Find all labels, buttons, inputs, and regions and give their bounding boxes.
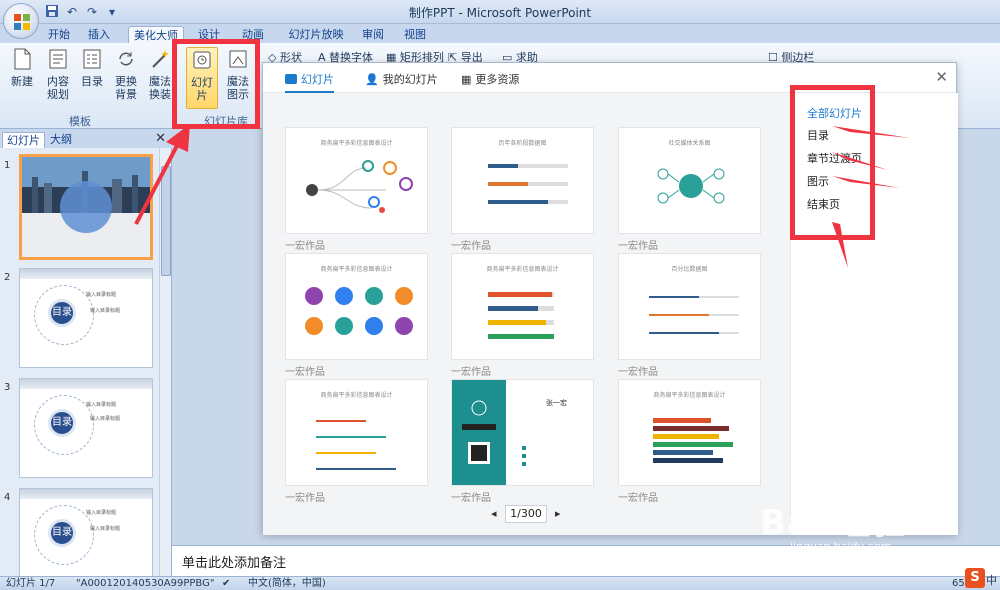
watermark-url: jingyan.baidu.com [790, 540, 892, 553]
notes-placeholder: 单击此处添加备注 [182, 556, 287, 571]
refresh-icon [119, 52, 133, 66]
card-preview [488, 164, 568, 204]
slide-thumbnail-4[interactable]: 目录 输入目录标题 输入目录标题 [19, 488, 153, 588]
card-preview [488, 292, 554, 339]
theme-name: "A000120140530A99PPBG" [76, 578, 215, 589]
office-logo-icon [14, 14, 30, 30]
zoom-level[interactable]: 65 [952, 577, 965, 590]
template-card[interactable]: 商务扁平多彩信息图表设计 [285, 379, 428, 486]
template-card[interactable]: 社交媒体关系图 [618, 127, 761, 234]
slide-tab-icon [285, 74, 297, 84]
tab-slides-library[interactable]: 幻灯片 [285, 71, 334, 93]
tab-outline[interactable]: 大纲 [46, 132, 76, 148]
template-card[interactable]: 历年各阶段数据图 [451, 127, 594, 234]
card-name-text: 张一宏 [546, 399, 567, 407]
group-label-template: 模板 [69, 115, 91, 128]
next-page-icon[interactable]: ▸ [555, 507, 561, 520]
toc-icon [83, 49, 101, 69]
template-card[interactable]: 商务扁平多彩信息图表设计 [451, 253, 594, 360]
content-plan-icon [49, 49, 67, 69]
slide-number: 1 [4, 160, 11, 171]
baidu-watermark: Bai 经验 [760, 503, 907, 543]
slide-counter: 幻灯片 1/7 [6, 578, 56, 589]
slide-number: 4 [4, 492, 11, 503]
title-bar: ↶ ↷ ▾ 制作PPT - Microsoft PowerPoint [0, 0, 1000, 24]
status-bar: 幻灯片 1/7 "A000120140530A99PPBG" ✔ 中文(简体，中… [0, 576, 1000, 590]
grid-icon: ▦ [461, 73, 472, 86]
template-card[interactable]: 商务扁平多彩信息图表设计 [285, 253, 428, 360]
window-title: 制作PPT - Microsoft PowerPoint [408, 6, 592, 20]
change-background-button[interactable]: 更换 背景 [110, 47, 142, 101]
tab-insert[interactable]: 插入 [82, 26, 116, 44]
card-preview [657, 168, 725, 204]
card-preview [649, 296, 739, 334]
toc-circle: 目录 [48, 409, 76, 437]
language-status[interactable]: 中文(简体，中国) [248, 577, 326, 590]
card-preview [653, 418, 733, 463]
slide-number: 2 [4, 272, 11, 283]
tab-home[interactable]: 开始 [42, 26, 76, 44]
office-button[interactable] [3, 3, 39, 39]
new-button[interactable]: 新建 [6, 47, 38, 88]
toc-circle: 目录 [48, 299, 76, 327]
tab-review[interactable]: 审阅 [356, 26, 390, 44]
sogou-ime-icon[interactable]: S [965, 568, 985, 588]
user-icon: 👤 [365, 73, 379, 86]
annotation-box-ribbon [172, 39, 260, 129]
template-grid: 商务扁平多彩信息图表设计 历年各阶段数据图 社交媒体关系图 [263, 93, 790, 535]
dialog-close-icon[interactable]: ✕ [935, 68, 948, 86]
prev-page-icon[interactable]: ◂ [491, 507, 497, 520]
tab-slideshow[interactable]: 幻灯片放映 [282, 26, 350, 44]
toc-button[interactable]: 目录 [76, 47, 108, 88]
toc-circle: 目录 [48, 519, 76, 547]
template-card[interactable]: 商务扁平多彩信息图表设计 [618, 379, 761, 486]
magic-wand-icon [152, 50, 169, 68]
template-card[interactable]: 百分比数据图 [618, 253, 761, 360]
tab-my-slides[interactable]: 👤 我的幻灯片 [365, 71, 438, 93]
page-indicator[interactable]: 1/300 [505, 505, 547, 523]
ribbon-tabs: 开始 插入 美化大师 设计 动画 幻灯片放映 审阅 视图 [0, 24, 1000, 44]
template-card[interactable]: 商务扁平多彩信息图表设计 [285, 127, 428, 234]
tab-more-resources[interactable]: ▦ 更多资源 [461, 71, 519, 93]
arrow-annotation [832, 126, 910, 268]
slide-thumbnail-3[interactable]: 目录 输入目录标题 输入目录标题 [19, 378, 153, 478]
slide-thumbnail-2[interactable]: 目录 输入目录标题 输入目录标题 [19, 268, 153, 368]
card-preview [306, 160, 413, 213]
card-preview [305, 287, 413, 335]
new-doc-icon [14, 48, 31, 70]
slide-number: 3 [4, 382, 11, 393]
template-card[interactable]: 张一宏 [451, 379, 594, 486]
card-preview [316, 420, 396, 470]
tab-view[interactable]: 视图 [398, 26, 432, 44]
spellcheck-icon[interactable]: ✔ [222, 577, 230, 590]
tab-slides[interactable]: 幻灯片 [2, 132, 45, 148]
arrow-annotation [134, 124, 190, 225]
content-plan-button[interactable]: 内容 规划 [42, 47, 74, 101]
card-preview [452, 380, 526, 485]
ime-mode-label[interactable]: 中 [986, 572, 997, 588]
